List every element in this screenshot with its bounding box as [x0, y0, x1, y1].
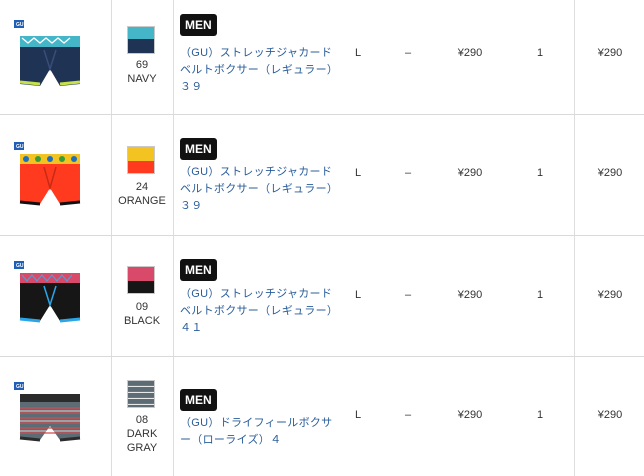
dash-value: – [404, 289, 412, 301]
color-code: 09 [135, 301, 149, 313]
subtotal: ¥290 [597, 167, 623, 179]
product-image[interactable]: GU [12, 255, 87, 340]
svg-text:GU: GU [16, 144, 24, 150]
size-value: L [354, 289, 362, 301]
dash-value: – [404, 47, 412, 59]
svg-text:GU: GU [16, 22, 24, 28]
dash-value: – [404, 167, 412, 179]
subtotal: ¥290 [597, 289, 623, 301]
color-name: DARK GRAY [126, 428, 158, 454]
color-code: 69 [135, 59, 149, 71]
dash-value: – [404, 409, 412, 421]
product-name-link[interactable]: （GU）ストレッチジャカードベルトボクサー（レギュラー）３９ [180, 45, 340, 96]
product-name-link[interactable]: （GU）ストレッチジャカードベルトボクサー（レギュラー）３９ [180, 164, 340, 215]
product-name-link[interactable]: （GU）ドライフィールボクサー（ローライズ）４ [180, 415, 340, 449]
size-value: L [354, 409, 362, 421]
gender-badge: MEN [180, 389, 217, 411]
subtotal: ¥290 [597, 47, 623, 59]
color-name: BLACK [123, 315, 161, 327]
product-name-link[interactable]: （GU）ストレッチジャカードベルトボクサー（レギュラー）４１ [180, 286, 340, 337]
order-items-table: GU 69 NAVY MEN （GU）ストレッチジャカードベルトボクサー（レギュ… [0, 0, 644, 476]
color-swatch[interactable] [127, 26, 155, 54]
quantity: 1 [536, 47, 544, 59]
unit-price: ¥290 [457, 167, 483, 179]
quantity: 1 [536, 289, 544, 301]
table-row: GU 09 BLACK MEN （GU）ストレッチジャカードベルトボクサー（レギ… [0, 235, 644, 357]
product-image[interactable]: GU [12, 14, 87, 99]
gender-badge: MEN [180, 138, 217, 160]
color-name: ORANGE [118, 195, 166, 207]
table-row: GU 24 ORANGE MEN （GU）ストレッチジャカードベルトボクサー（レ… [0, 114, 644, 236]
gender-badge: MEN [180, 14, 217, 36]
table-row: GU 08 DARK GRAY MEN （GU）ドライフィールボクサー（ローライ… [0, 356, 644, 476]
color-code: 08 [135, 414, 149, 426]
color-swatch[interactable] [127, 146, 155, 174]
table-row: GU 69 NAVY MEN （GU）ストレッチジャカードベルトボクサー（レギュ… [0, 0, 644, 115]
unit-price: ¥290 [457, 289, 483, 301]
quantity: 1 [536, 167, 544, 179]
product-image[interactable]: GU [12, 376, 87, 461]
color-code: 24 [135, 181, 149, 193]
color-name: NAVY [127, 73, 157, 85]
svg-text:GU: GU [16, 384, 24, 390]
quantity: 1 [536, 409, 544, 421]
product-image[interactable]: GU [12, 136, 87, 221]
subtotal: ¥290 [597, 409, 623, 421]
unit-price: ¥290 [457, 47, 483, 59]
color-swatch[interactable] [127, 380, 155, 408]
size-value: L [354, 167, 362, 179]
color-swatch[interactable] [127, 266, 155, 294]
gender-badge: MEN [180, 259, 217, 281]
svg-text:GU: GU [16, 263, 24, 269]
size-value: L [354, 47, 362, 59]
unit-price: ¥290 [457, 409, 483, 421]
